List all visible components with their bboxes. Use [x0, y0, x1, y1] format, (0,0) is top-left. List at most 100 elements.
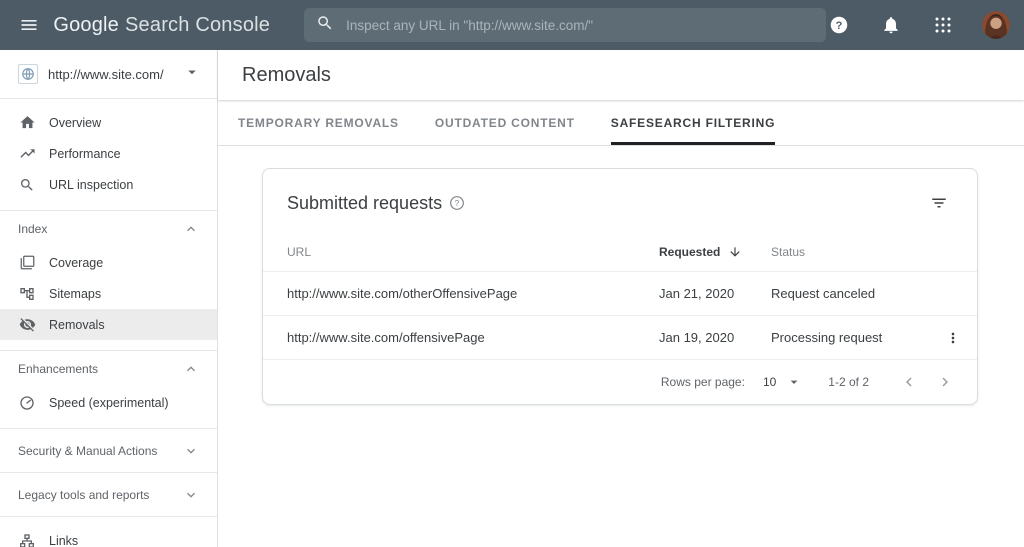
- sidebar-item-label: Overview: [49, 116, 101, 130]
- property-favicon: [18, 64, 38, 84]
- sidebar-item-coverage[interactable]: Coverage: [0, 247, 217, 278]
- search-icon: [316, 14, 334, 37]
- section-header-security-manual-actions[interactable]: Security & Manual Actions: [0, 429, 217, 473]
- row-requested-date: Jan 19, 2020: [659, 330, 771, 345]
- notifications-button[interactable]: [878, 12, 904, 38]
- tab-temporary-removals[interactable]: TEMPORARY REMOVALS: [238, 100, 399, 145]
- content-area: Submitted requests ? URL: [218, 146, 1024, 547]
- dropdown-caret-icon: [786, 374, 802, 390]
- account-avatar[interactable]: [982, 11, 1010, 39]
- page-header: Removals: [218, 50, 1024, 100]
- column-header-requested-sort[interactable]: Requested: [659, 245, 771, 259]
- search-input[interactable]: [346, 18, 814, 33]
- trending-up-icon: [18, 145, 36, 162]
- card-title: Submitted requests: [287, 193, 442, 214]
- section-title: Index: [18, 222, 47, 236]
- magnifier-icon: [18, 177, 36, 193]
- svg-text:?: ?: [836, 20, 843, 32]
- url-inspection-searchbar[interactable]: [304, 8, 826, 42]
- sidebar-item-overview[interactable]: Overview: [0, 107, 217, 138]
- previous-page-button[interactable]: [895, 368, 923, 396]
- pagination-bar: Rows per page: 10 1-2 of 2: [263, 359, 977, 404]
- section-title: Enhancements: [18, 362, 98, 376]
- page-title: Removals: [242, 64, 331, 87]
- top-app-bar: Google Search Console ?: [0, 0, 1024, 50]
- sidebar-item-removals[interactable]: Removals: [0, 309, 217, 340]
- links-tree-icon: [18, 533, 36, 547]
- speedometer-icon: [18, 395, 36, 411]
- sidebar-item-performance[interactable]: Performance: [0, 138, 217, 169]
- table-row[interactable]: http://www.site.com/otherOffensivePage J…: [263, 271, 977, 315]
- pagination-range: 1-2 of 2: [828, 375, 869, 389]
- section-header-enhancements[interactable]: Enhancements: [0, 351, 217, 387]
- kebab-menu-icon: [945, 330, 961, 346]
- filter-button[interactable]: [925, 189, 953, 217]
- column-header-url: URL: [287, 245, 659, 259]
- tab-safesearch-filtering[interactable]: SAFESEARCH FILTERING: [611, 100, 775, 145]
- help-button[interactable]: ?: [826, 12, 852, 38]
- property-selector[interactable]: http://www.site.com/: [0, 50, 217, 99]
- next-page-button[interactable]: [931, 368, 959, 396]
- home-icon: [18, 114, 36, 131]
- avatar-image: [982, 11, 1010, 39]
- pages-icon: [18, 255, 36, 270]
- filter-list-icon: [930, 194, 948, 212]
- topbar-actions: ?: [826, 11, 1010, 39]
- submitted-requests-card: Submitted requests ? URL: [262, 168, 978, 405]
- table-row[interactable]: http://www.site.com/offensivePage Jan 19…: [263, 315, 977, 359]
- chevron-right-icon: [936, 373, 954, 391]
- google-apps-button[interactable]: [930, 12, 956, 38]
- help-outline-icon[interactable]: ?: [449, 195, 465, 211]
- rows-per-page-value: 10: [763, 375, 776, 389]
- rows-per-page-select[interactable]: 10: [763, 374, 802, 390]
- sidebar-item-speed[interactable]: Speed (experimental): [0, 387, 217, 418]
- apps-grid-icon: [934, 16, 952, 34]
- row-url: http://www.site.com/otherOffensivePage: [287, 286, 659, 301]
- chevron-left-icon: [900, 373, 918, 391]
- sidebar: http://www.site.com/ Overview Performan: [0, 50, 218, 547]
- bell-icon: [881, 15, 901, 35]
- logo-google-text: Google: [53, 14, 119, 37]
- menu-icon[interactable]: [12, 7, 45, 43]
- app-logo[interactable]: Google Search Console: [53, 14, 270, 37]
- chevron-down-icon: [183, 443, 199, 459]
- sidebar-item-label: Links: [49, 534, 78, 547]
- row-requested-date: Jan 21, 2020: [659, 286, 771, 301]
- section-header-legacy-tools[interactable]: Legacy tools and reports: [0, 473, 217, 517]
- chevron-up-icon: [183, 221, 199, 237]
- main-area: Removals TEMPORARY REMOVALS OUTDATED CON…: [218, 50, 1024, 547]
- rows-per-page-label: Rows per page:: [661, 375, 745, 389]
- sidebar-primary-group: Overview Performance URL inspection: [0, 99, 217, 211]
- body-row: http://www.site.com/ Overview Performan: [0, 50, 1024, 547]
- hamburger-icon: [19, 15, 39, 35]
- property-dropdown-caret-icon: [183, 63, 201, 86]
- row-url: http://www.site.com/offensivePage: [287, 330, 659, 345]
- sidebar-item-label: Sitemaps: [49, 287, 101, 301]
- property-url: http://www.site.com/: [48, 67, 164, 82]
- sidebar-item-url-inspection[interactable]: URL inspection: [0, 169, 217, 200]
- column-header-label: Requested: [659, 245, 720, 259]
- column-header-status: Status: [771, 245, 943, 259]
- sidebar-section-index: Index Coverage Sitemaps: [0, 211, 217, 351]
- table-header-row: URL Requested Status: [263, 233, 977, 271]
- section-title: Legacy tools and reports: [18, 488, 149, 502]
- section-title: Security & Manual Actions: [18, 444, 157, 458]
- logo-product-text: Search Console: [125, 14, 270, 37]
- sort-arrow-down-icon: [728, 245, 742, 259]
- globe-icon: [21, 67, 35, 81]
- tab-bar: TEMPORARY REMOVALS OUTDATED CONTENT SAFE…: [218, 100, 1024, 146]
- app-root: Google Search Console ?: [0, 0, 1024, 547]
- sidebar-item-label: Speed (experimental): [49, 396, 169, 410]
- tab-outdated-content[interactable]: OUTDATED CONTENT: [435, 100, 575, 145]
- sidebar-item-label: Coverage: [49, 256, 103, 270]
- row-status: Processing request: [771, 330, 943, 345]
- card-header: Submitted requests ?: [263, 169, 977, 233]
- eye-off-icon: [18, 316, 36, 333]
- sidebar-item-links[interactable]: Links: [0, 525, 217, 547]
- section-header-index[interactable]: Index: [0, 211, 217, 247]
- sidebar-item-sitemaps[interactable]: Sitemaps: [0, 278, 217, 309]
- svg-text:?: ?: [455, 198, 460, 208]
- row-overflow-menu-button[interactable]: [943, 324, 963, 352]
- chevron-down-icon: [183, 487, 199, 503]
- chevron-up-icon: [183, 361, 199, 377]
